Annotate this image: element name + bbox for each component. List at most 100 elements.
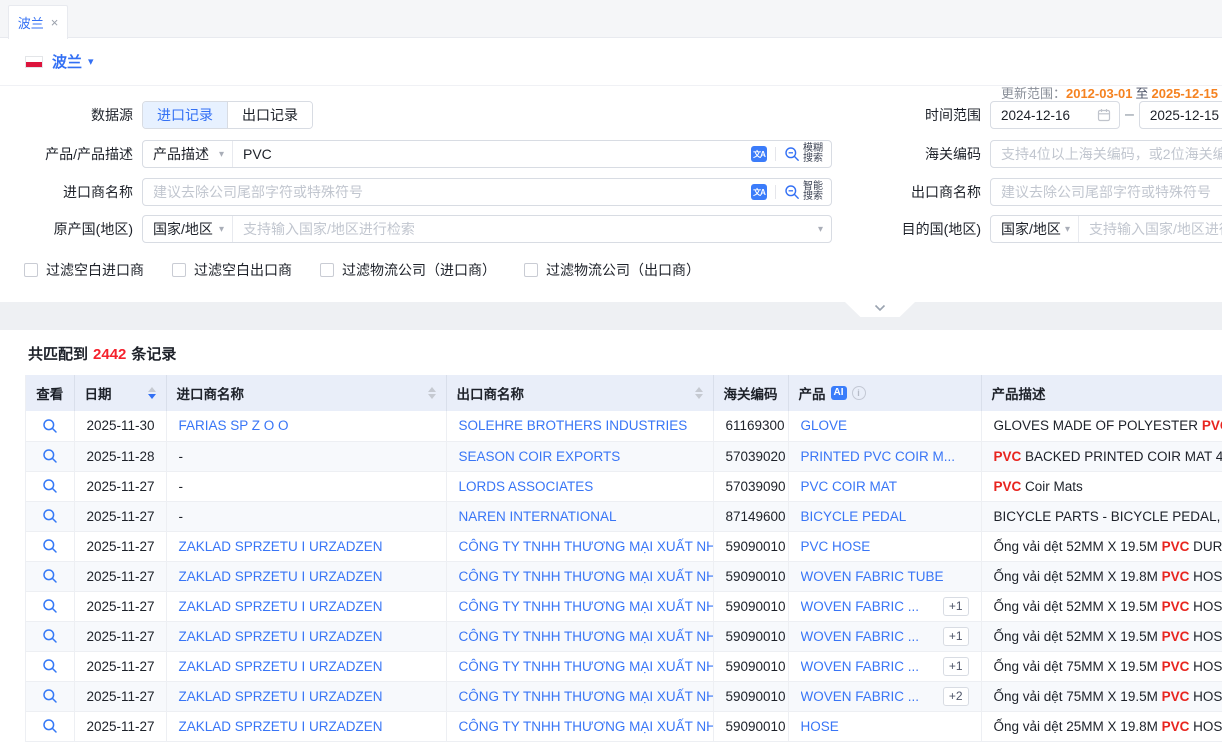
importer-link[interactable]: ZAKLAD SPRZETU I URZADZEN: [179, 689, 383, 704]
product-link[interactable]: PVC COIR MAT: [801, 479, 898, 494]
view-record-button[interactable]: [42, 418, 58, 434]
start-date-input[interactable]: 2024-12-16: [990, 101, 1120, 129]
product-field-select[interactable]: 产品描述 ▾: [143, 141, 233, 167]
keyword-highlight: PVC: [1162, 659, 1190, 674]
smart-search-button[interactable]: 智能搜索: [784, 182, 823, 202]
sort-icon-date[interactable]: [148, 387, 156, 399]
column-product: 产品AIi: [788, 375, 981, 411]
sort-icon-importer[interactable]: [428, 387, 436, 399]
chevron-down-icon[interactable]: ▾: [818, 224, 823, 235]
checkbox-label: 过滤物流公司（进口商）: [342, 260, 496, 280]
checkbox[interactable]: [24, 263, 38, 277]
more-products-badge[interactable]: +1: [943, 657, 969, 676]
sort-icon-exporter[interactable]: [695, 387, 703, 399]
view-record-button[interactable]: [42, 718, 58, 734]
chevron-down-icon[interactable]: ▾: [88, 55, 94, 68]
tab-import-records[interactable]: 进口记录: [143, 102, 227, 128]
product-link[interactable]: BICYCLE PEDAL: [801, 509, 907, 524]
translate-icon[interactable]: 文A: [751, 146, 767, 162]
country-name[interactable]: 波兰: [52, 51, 82, 72]
collapse-filters-button[interactable]: [845, 302, 915, 317]
exporter-name-input[interactable]: [990, 178, 1222, 206]
exporter-link[interactable]: NAREN INTERNATIONAL: [459, 509, 617, 524]
origin-country-select[interactable]: 国家/地区 ▾: [143, 216, 233, 242]
app-window: 波兰 × 波兰 ▾ 更新范围：2012-03-01至2025-12-15 数据源…: [0, 0, 1222, 742]
origin-country-selected: 国家/地区: [153, 219, 213, 239]
importer-link[interactable]: FARIAS SP Z O O: [179, 418, 289, 433]
importer-link[interactable]: ZAKLAD SPRZETU I URZADZEN: [179, 569, 383, 584]
column-exporter[interactable]: 出口商名称: [446, 375, 713, 411]
date-cell: 2025-11-27: [74, 591, 166, 621]
table-row: 2025-11-27ZAKLAD SPRZETU I URZADZENCÔNG …: [26, 561, 1222, 591]
view-record-button[interactable]: [42, 688, 58, 704]
checkbox[interactable]: [524, 263, 538, 277]
product-cell: GLOVE: [788, 411, 981, 441]
product-cell-content: WOVEN FABRIC ... +1: [801, 627, 969, 646]
product-link[interactable]: HOSE: [801, 719, 839, 734]
origin-country-input[interactable]: [233, 216, 818, 242]
translate-icon[interactable]: 文A: [751, 184, 767, 200]
more-products-badge[interactable]: +1: [943, 597, 969, 616]
exporter-link[interactable]: SOLEHRE BROTHERS INDUSTRIES: [459, 418, 688, 433]
view-record-button[interactable]: [42, 478, 58, 494]
tab-poland[interactable]: 波兰 ×: [8, 5, 68, 39]
view-record-button[interactable]: [42, 598, 58, 614]
importer-link[interactable]: ZAKLAD SPRZETU I URZADZEN: [179, 629, 383, 644]
importer-link[interactable]: ZAKLAD SPRZETU I URZADZEN: [179, 719, 383, 734]
product-link[interactable]: GLOVE: [801, 418, 848, 433]
view-record-button[interactable]: [42, 538, 58, 554]
product-link[interactable]: WOVEN FABRIC TUBE: [801, 569, 944, 584]
exporter-link[interactable]: CÔNG TY TNHH THƯƠNG MẠI XUẤT NHẬP...: [459, 599, 714, 614]
view-record-button[interactable]: [42, 658, 58, 674]
end-date-input[interactable]: 2025-12-15: [1139, 101, 1222, 129]
exporter-link[interactable]: CÔNG TY TNHH THƯƠNG MẠI XUẤT NHẬP...: [459, 629, 714, 644]
importer-link[interactable]: ZAKLAD SPRZETU I URZADZEN: [179, 659, 383, 674]
checkbox[interactable]: [320, 263, 334, 277]
filter-checkbox[interactable]: 过滤物流公司（进口商）: [320, 260, 496, 280]
view-record-button[interactable]: [42, 448, 58, 464]
destination-country-input[interactable]: [1079, 216, 1222, 242]
importer-link[interactable]: ZAKLAD SPRZETU I URZADZEN: [179, 599, 383, 614]
more-products-badge[interactable]: +1: [943, 627, 969, 646]
hs-code-input[interactable]: [990, 140, 1222, 168]
fuzzy-search-button[interactable]: 模糊搜索: [784, 144, 823, 164]
date-cell: 2025-11-28: [74, 441, 166, 471]
description-text: Ống vải dệt 75MM X 19.5M: [994, 689, 1162, 704]
product-link[interactable]: WOVEN FABRIC ...: [801, 689, 920, 704]
exporter-link[interactable]: CÔNG TY TNHH THƯƠNG MẠI XUẤT NHẬP...: [459, 569, 714, 584]
view-record-button[interactable]: [42, 628, 58, 644]
exporter-link[interactable]: LORDS ASSOCIATES: [459, 479, 594, 494]
column-importer[interactable]: 进口商名称: [166, 375, 446, 411]
destination-country-select[interactable]: 国家/地区 ▾: [991, 216, 1079, 242]
more-products-badge[interactable]: +2: [943, 687, 969, 706]
product-search-input[interactable]: [233, 141, 751, 167]
exporter-link[interactable]: CÔNG TY TNHH THƯƠNG MẠI XUẤT NHẬP...: [459, 689, 714, 704]
column-date[interactable]: 日期: [74, 375, 166, 411]
exporter-link[interactable]: CÔNG TY TNHH THƯƠNG MẠI XUẤT NHẬP...: [459, 539, 714, 554]
product-cell-content: BICYCLE PEDAL: [801, 509, 969, 524]
exporter-link[interactable]: CÔNG TY TNHH THƯƠNG MẠI XUẤT NHẬP...: [459, 719, 714, 734]
filter-checkbox[interactable]: 过滤空白进口商: [24, 260, 144, 280]
exporter-link[interactable]: SEASON COIR EXPORTS: [459, 449, 621, 464]
product-cell: WOVEN FABRIC ... +2: [788, 681, 981, 711]
product-link[interactable]: WOVEN FABRIC ...: [801, 599, 920, 614]
product-link[interactable]: WOVEN FABRIC ...: [801, 629, 920, 644]
tab-export-records[interactable]: 出口记录: [227, 102, 312, 128]
close-icon[interactable]: ×: [51, 16, 59, 29]
view-record-button[interactable]: [42, 508, 58, 524]
product-link[interactable]: PRINTED PVC COIR M...: [801, 449, 956, 464]
filter-panel: 更新范围：2012-03-01至2025-12-15 数据源 进口记录 出口记录…: [0, 86, 1222, 302]
importer-name-input[interactable]: [143, 179, 751, 205]
importer-link[interactable]: ZAKLAD SPRZETU I URZADZEN: [179, 539, 383, 554]
filter-checkbox[interactable]: 过滤物流公司（出口商）: [524, 260, 700, 280]
product-link[interactable]: WOVEN FABRIC ...: [801, 659, 920, 674]
product-link[interactable]: PVC HOSE: [801, 539, 871, 554]
info-icon[interactable]: i: [852, 386, 866, 400]
filter-checkbox[interactable]: 过滤空白出口商: [172, 260, 292, 280]
fuzzy-search-label: 模糊搜索: [803, 144, 823, 164]
view-record-button[interactable]: [42, 568, 58, 584]
exporter-link[interactable]: CÔNG TY TNHH THƯƠNG MẠI XUẤT NHẬP...: [459, 659, 714, 674]
description-cell: Ống vải dệt 75MM X 19.5M PVC HOS...: [981, 681, 1222, 711]
results-count: 2442: [93, 346, 126, 363]
checkbox[interactable]: [172, 263, 186, 277]
